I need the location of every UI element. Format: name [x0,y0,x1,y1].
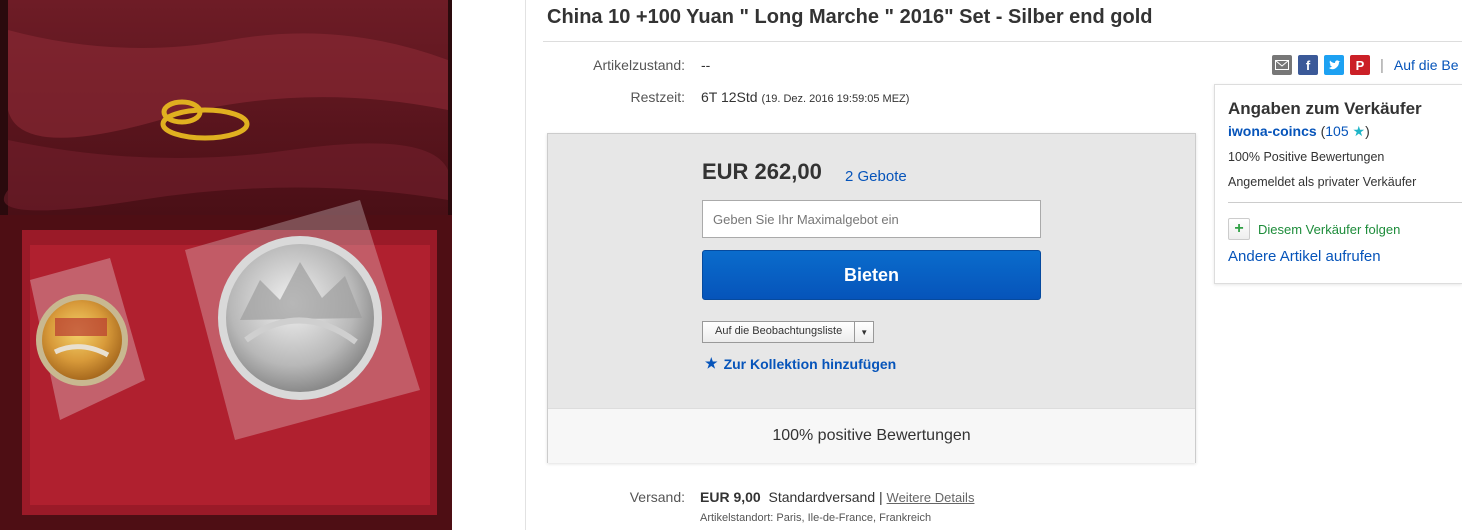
share-bar: f P | Auf die Be [1272,55,1459,75]
shipping-separator: | [879,489,883,505]
shipping-method: Standardversand [768,489,876,505]
seller-heading: Angaben zum Verkäufer [1228,99,1422,118]
chevron-down-icon[interactable]: ▼ [855,322,873,342]
score-close-paren: ) [1365,123,1370,139]
follow-seller-label[interactable]: Diesem Verkäufer folgen [1258,222,1400,237]
title-divider [543,41,1462,42]
feedback-footer: 100% positive Bewertungen [548,408,1195,463]
shipping-details-link[interactable]: Weitere Details [887,490,975,505]
seller-score[interactable]: 105 [1325,123,1348,139]
product-photo[interactable] [0,0,452,530]
max-bid-input[interactable] [702,200,1041,238]
shipping-label: Versand: [629,489,685,505]
current-price: EUR 262,00 [702,159,822,184]
condition-value: -- [701,57,711,73]
other-items-link[interactable]: Andere Artikel aufrufen [1228,248,1381,265]
seller-positive-feedback: 100% Positive Bewertungen [1228,150,1385,164]
watch-link[interactable]: Auf die Be [1394,57,1459,73]
watchlist-button-label[interactable]: Auf die Beobachtungsliste [703,322,856,342]
seller-account-type: Angemeldet als privater Verkäufer [1228,175,1417,189]
time-left-remaining: 6T 12Std [701,89,758,105]
time-left-label: Restzeit: [630,89,685,105]
facebook-icon[interactable]: f [1298,55,1318,75]
add-to-collection-label[interactable]: Zur Kollektion hinzufügen [724,356,897,372]
pinterest-icon[interactable]: P [1350,55,1370,75]
star-icon: ★ [705,355,718,371]
condition-label: Artikelzustand: [593,57,685,73]
shipping-info: EUR 9,00 Standardversand | Weitere Detai… [700,489,974,505]
item-location: Artikelstandort: Paris, Ile-de-France, F… [700,512,932,524]
bid-button[interactable]: Bieten [702,250,1041,300]
photo-gallery-gap [452,0,526,530]
plus-icon: + [1228,218,1250,240]
seller-divider [1228,202,1462,203]
time-left-end-date: (19. Dez. 2016 19:59:05 MEZ) [761,93,910,105]
listing-title: China 10 +100 Yuan " Long Marche " 2016"… [547,6,1153,28]
seller-panel: Angaben zum Verkäufer iwona-coincs (105 … [1214,84,1462,284]
seller-username-link[interactable]: iwona-coincs [1228,123,1317,139]
mail-icon[interactable] [1272,55,1292,75]
shipping-price: EUR 9,00 [700,489,761,505]
twitter-icon[interactable] [1324,55,1344,75]
watchlist-dropdown[interactable]: Auf die Beobachtungsliste ▼ [702,321,875,343]
time-left-value: 6T 12Std (19. Dez. 2016 19:59:05 MEZ) [701,89,909,105]
seller-username-row: iwona-coincs (105 ★) [1228,123,1370,140]
bid-count-link[interactable]: 2 Gebote [845,168,907,185]
feedback-footer-text: 100% positive Bewertungen [772,427,971,444]
add-to-collection-link[interactable]: ★ Zur Kollektion hinzufügen [705,355,896,372]
share-separator: | [1380,56,1384,74]
follow-seller-button[interactable]: + Diesem Verkäufer folgen [1228,218,1400,240]
feedback-star-icon: ★ [1352,123,1366,139]
bid-box: EUR 262,00 2 Gebote Bieten Auf die Beoba… [547,133,1196,463]
coin-set-image [0,0,452,530]
